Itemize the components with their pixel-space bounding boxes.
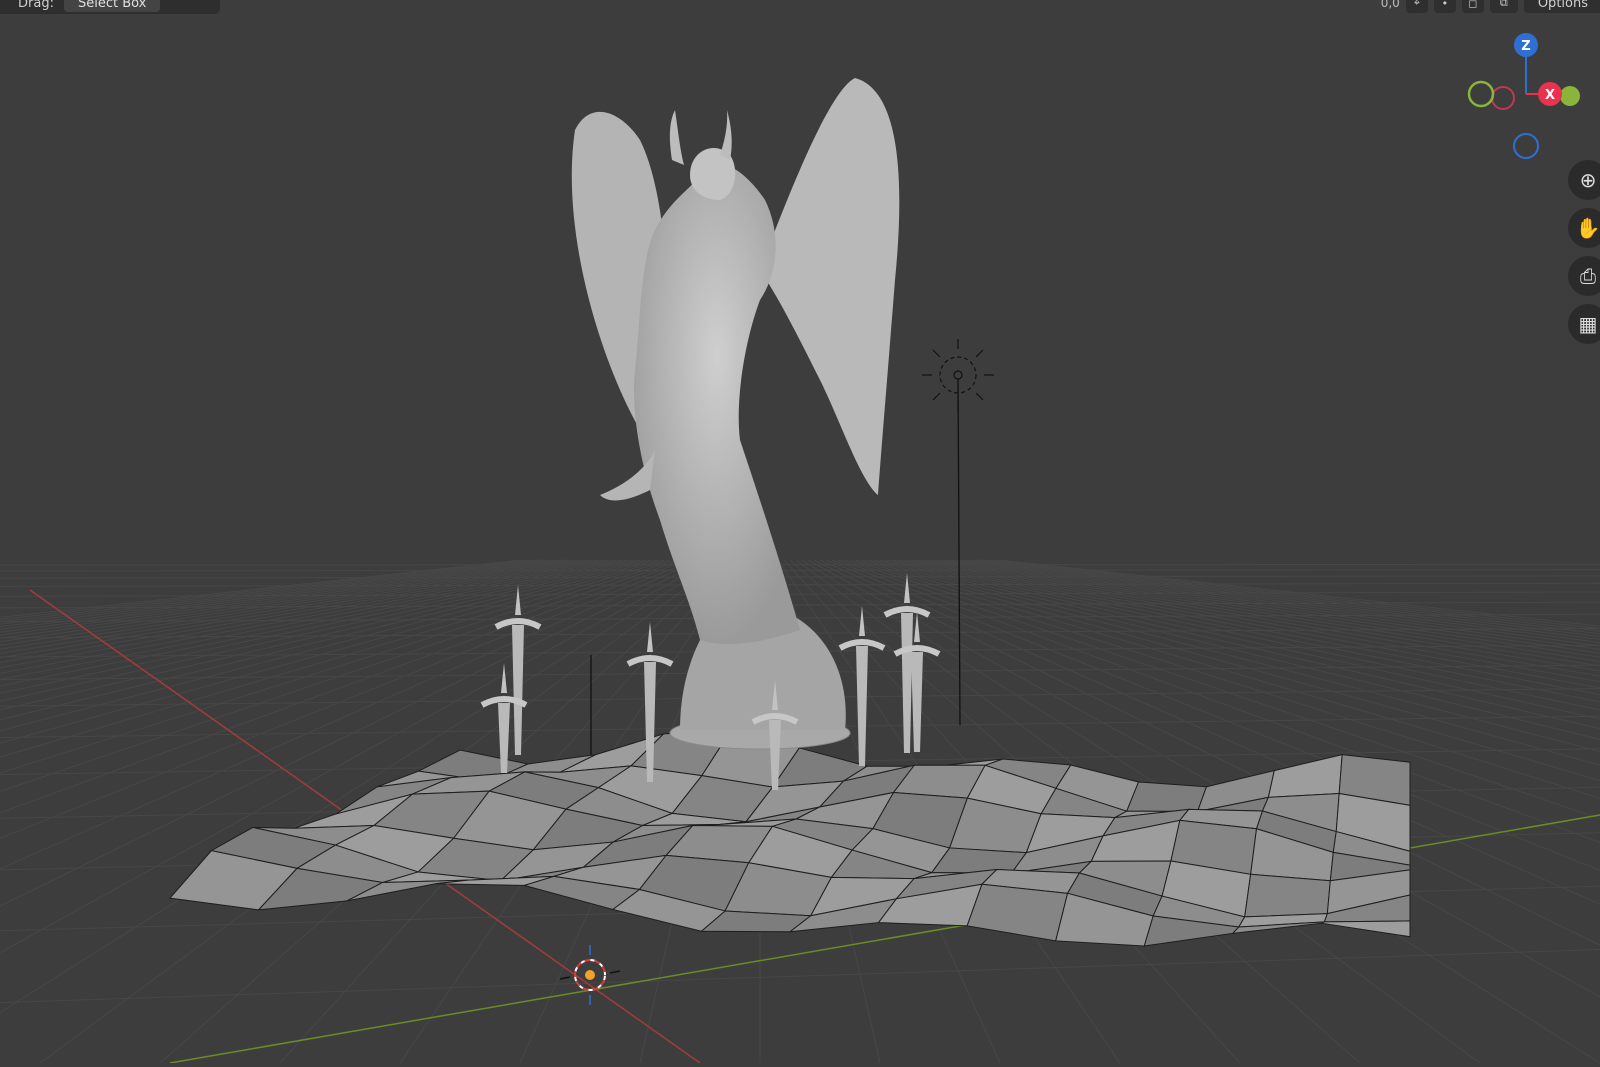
select-mode-dropdown[interactable]: Select Box — [63, 0, 161, 12]
terrain-face — [1125, 781, 1208, 813]
gizmo-y-positive-right[interactable] — [1560, 86, 1580, 106]
scene-canvas[interactable] — [0, 0, 1600, 1064]
zoom-icon[interactable]: ⊕ — [1568, 160, 1600, 200]
viewport-header-left: Drag: Select Box — [0, 0, 220, 14]
grid-line — [0, 563, 1600, 566]
hand-pan-icon[interactable]: ✋ — [1568, 208, 1600, 248]
drag-label: Drag: — [18, 0, 54, 11]
gizmo-y-positive[interactable] — [1467, 80, 1495, 108]
gizmo-z-negative[interactable] — [1513, 133, 1539, 159]
3d-viewport[interactable]: Drag: Select Box 0,0 ⌖ • ◻ ⧉ Options Z X… — [0, 0, 1600, 1064]
gizmo-z-label: Z — [1521, 39, 1530, 54]
perspective-toggle-icon[interactable]: ▦ — [1568, 304, 1600, 344]
gizmo-y-negative[interactable] — [1491, 86, 1515, 110]
header-partial-value: 0,0 — [1380, 0, 1400, 10]
terrain-face — [1244, 873, 1331, 918]
navigation-gizmo[interactable]: Z X ⊕ ✋ ⎙ ▦ — [1420, 0, 1600, 380]
gizmo-x-label: X — [1545, 88, 1555, 103]
camera-view-icon[interactable]: ⎙ — [1568, 256, 1600, 296]
